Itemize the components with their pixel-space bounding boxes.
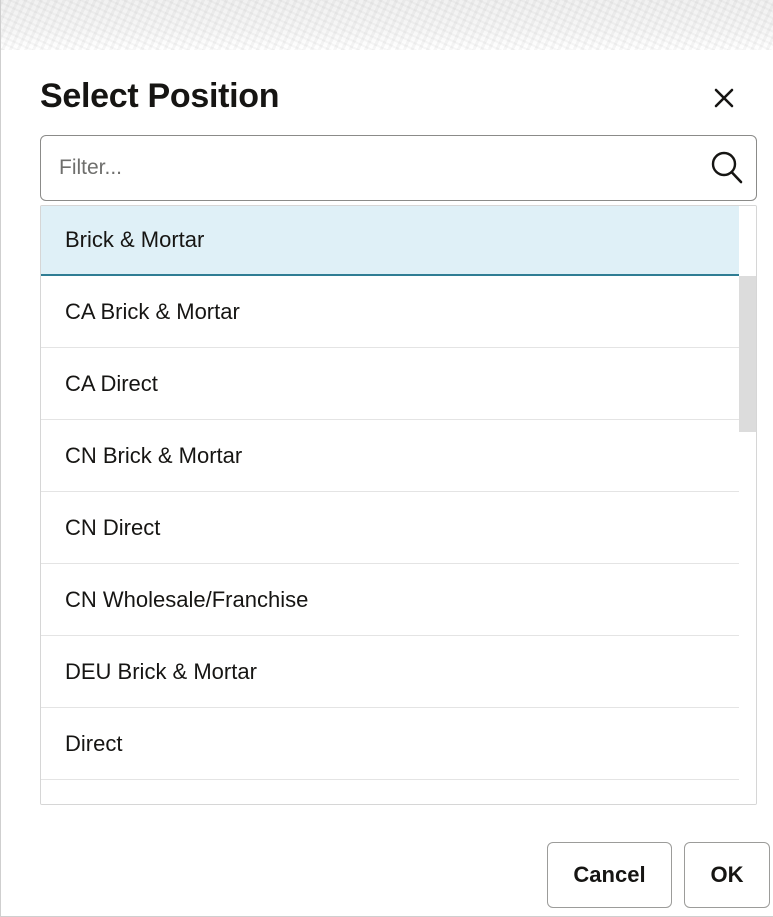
position-list-items: Brick & Mortar CA Brick & Mortar CA Dire… [41, 206, 740, 804]
filter-input[interactable] [59, 136, 679, 200]
select-position-dialog: Select Position Brick & Mortar CA Brick … [0, 0, 773, 917]
list-item[interactable] [41, 780, 740, 804]
cancel-button[interactable]: Cancel [547, 842, 672, 908]
list-item[interactable]: CN Brick & Mortar [41, 420, 740, 492]
position-list: Brick & Mortar CA Brick & Mortar CA Dire… [40, 205, 757, 805]
search-icon[interactable] [710, 150, 744, 186]
list-item[interactable]: CA Brick & Mortar [41, 276, 740, 348]
background-page-strip [1, 0, 773, 50]
ok-button[interactable]: OK [684, 842, 770, 908]
list-item[interactable]: CN Direct [41, 492, 740, 564]
list-item[interactable]: Brick & Mortar [41, 206, 740, 276]
list-item[interactable]: CA Direct [41, 348, 740, 420]
list-item[interactable]: Direct [41, 708, 740, 780]
list-item[interactable]: CN Wholesale/Franchise [41, 564, 740, 636]
list-item[interactable]: DEU Brick & Mortar [41, 636, 740, 708]
filter-field [40, 135, 757, 201]
close-icon [714, 88, 734, 108]
scrollbar-thumb[interactable] [739, 276, 756, 432]
close-button[interactable] [701, 78, 747, 118]
scrollbar[interactable] [739, 206, 756, 804]
dialog-title: Select Position [40, 77, 280, 115]
